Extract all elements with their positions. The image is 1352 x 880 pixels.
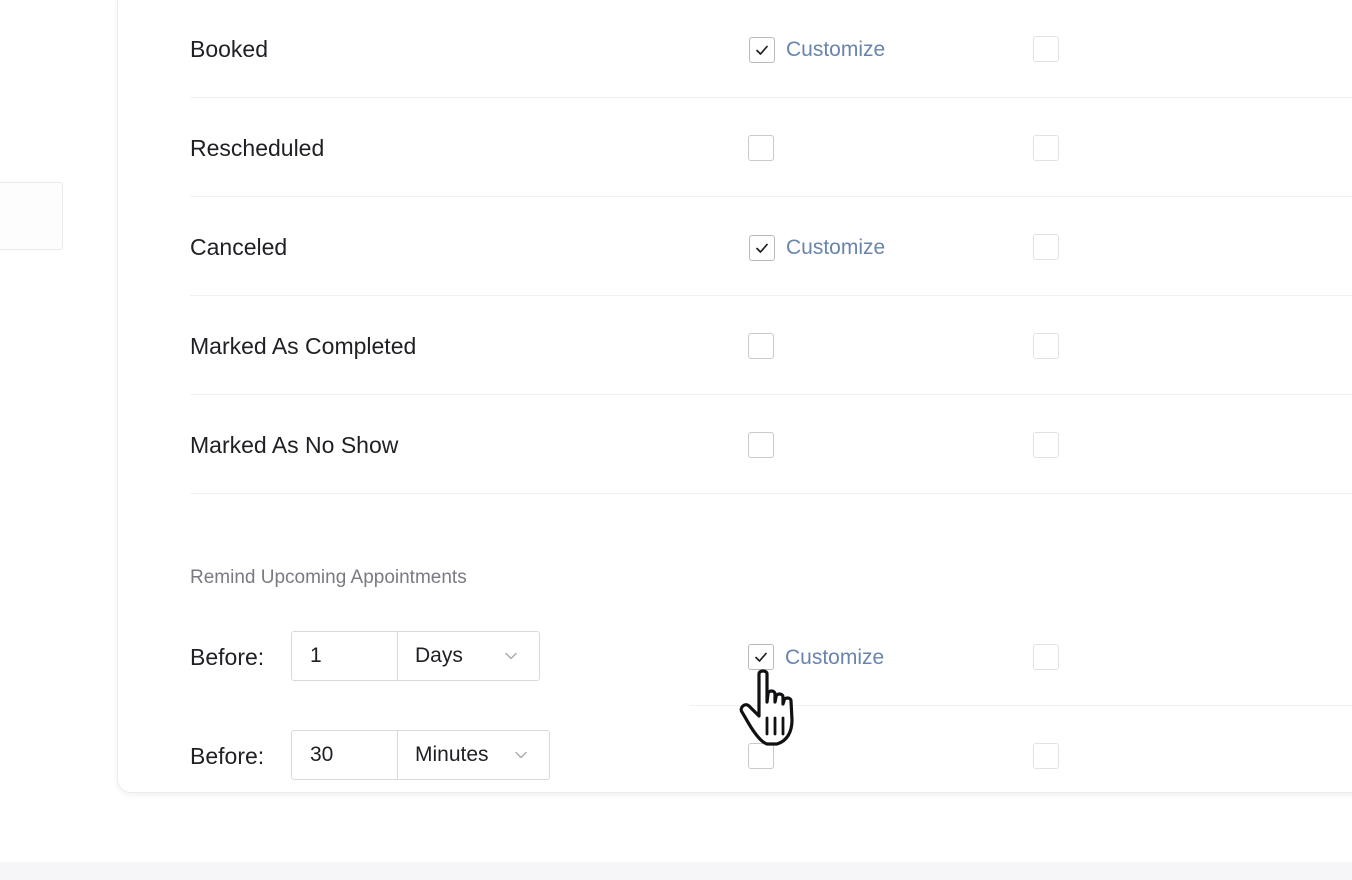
event-label: Booked <box>190 36 269 62</box>
customize-link-booked[interactable]: Customize <box>786 37 885 63</box>
sms-checkbox-canceled[interactable] <box>1033 234 1059 260</box>
row-divider <box>190 493 1352 494</box>
event-label: Marked As Completed <box>190 333 417 359</box>
chevron-down-icon <box>505 652 517 660</box>
row-divider <box>190 196 1352 197</box>
page-footer-strip <box>0 862 1352 880</box>
email-checkbox-booked[interactable] <box>749 37 775 63</box>
row-divider <box>190 295 1352 296</box>
unit-select-value: Minutes <box>415 743 489 766</box>
check-icon <box>756 45 768 55</box>
reminder-2-input-group: Minutes <box>291 730 550 780</box>
reminder-2-value-input[interactable] <box>292 731 398 779</box>
email-checkbox-no-show[interactable] <box>748 432 774 458</box>
sms-checkbox-reminder-2[interactable] <box>1033 743 1059 769</box>
sms-checkbox-reminder-1[interactable] <box>1033 644 1059 670</box>
sms-checkbox-no-show[interactable] <box>1033 432 1059 458</box>
event-label: Marked As No Show <box>190 432 399 458</box>
event-label: Rescheduled <box>190 135 325 161</box>
before-label: Before: <box>190 743 265 769</box>
sms-checkbox-booked[interactable] <box>1033 36 1059 62</box>
unit-select-value: Days <box>415 644 463 667</box>
sms-checkbox-rescheduled[interactable] <box>1033 135 1059 161</box>
reminder-2-unit-select[interactable]: Minutes <box>398 731 549 779</box>
email-checkbox-rescheduled[interactable] <box>748 135 774 161</box>
sidebar-panel-edge <box>0 182 63 250</box>
chevron-down-icon <box>515 751 527 759</box>
email-checkbox-canceled[interactable] <box>749 235 775 261</box>
before-label: Before: <box>190 644 265 670</box>
hand-pointer-cursor-icon <box>739 669 794 746</box>
event-label: Canceled <box>190 234 288 260</box>
email-checkbox-completed[interactable] <box>748 333 774 359</box>
reminder-1-value-input[interactable] <box>292 632 398 680</box>
sms-checkbox-completed[interactable] <box>1033 333 1059 359</box>
remind-section-title: Remind Upcoming Appointments <box>190 567 467 588</box>
row-divider <box>190 394 1352 395</box>
email-checkbox-reminder-1[interactable] <box>748 644 774 670</box>
check-icon <box>755 652 767 662</box>
reminder-1-input-group: Days <box>291 631 540 681</box>
row-divider <box>190 97 1352 98</box>
customize-link-canceled[interactable]: Customize <box>786 235 885 261</box>
reminder-1-unit-select[interactable]: Days <box>398 632 539 680</box>
check-icon <box>756 243 768 253</box>
